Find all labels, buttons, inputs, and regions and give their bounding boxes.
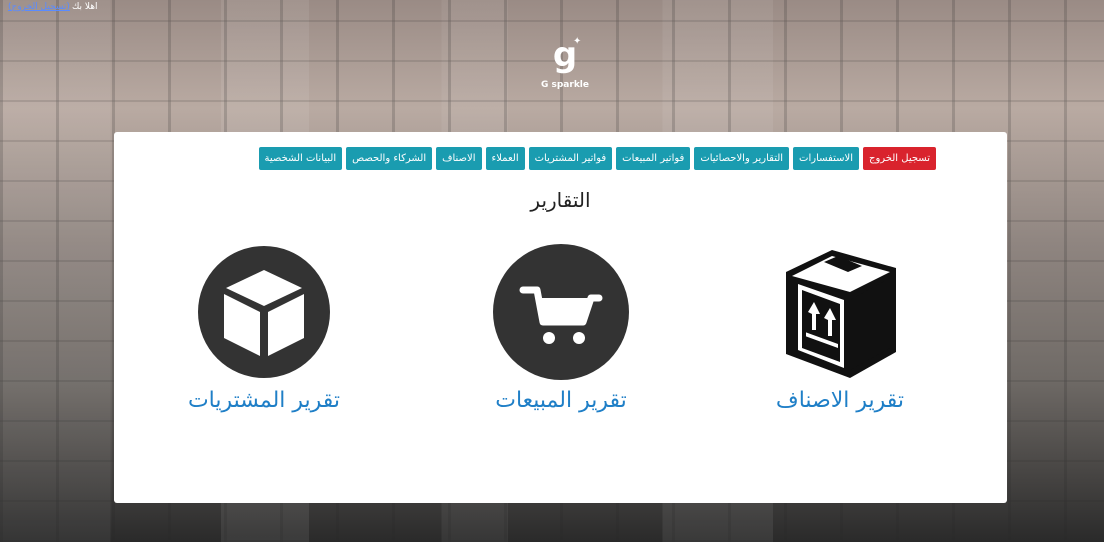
card-sales-report[interactable]: تقرير المبيعات <box>431 244 691 413</box>
logout-button[interactable]: تسجيل الخروج <box>862 147 936 170</box>
card-label: تقرير الاصناف <box>775 388 905 413</box>
nav-item-partners[interactable]: الشركاء والحصص <box>346 147 433 170</box>
greeting-text: اهلا بك <box>71 2 98 12</box>
nav-item-inquiries[interactable]: الاستفسارات <box>793 147 859 170</box>
nav-item-reports[interactable]: التقارير والاحصائيات <box>694 147 790 170</box>
card-label: تقرير المبيعات <box>495 388 627 413</box>
nav-item-personal-data[interactable]: البيانات الشخصية <box>258 147 343 170</box>
reports-panel: البيانات الشخصية الشركاء والحصص الاصناف … <box>114 132 1007 503</box>
nav-item-sales-invoices[interactable]: فواتير المبيعات <box>616 147 691 170</box>
header-logout-link[interactable]: (تسجيل الخروج) <box>8 2 70 12</box>
star-icon: ✦ <box>573 36 582 47</box>
card-categories-report[interactable]: تقرير الاصناف <box>710 244 970 413</box>
cube-icon <box>198 246 330 378</box>
page-title: التقارير <box>530 188 591 212</box>
card-label: تقرير المشتريات <box>187 388 341 413</box>
nav-item-categories[interactable]: الاصناف <box>436 147 482 170</box>
nav-item-purchase-invoices[interactable]: فواتير المشتريات <box>528 147 613 170</box>
logo-text: G sparkle <box>540 80 589 90</box>
greeting-bar: اهلا بك (تسجيل الخروج) <box>8 2 98 12</box>
nav-item-customers[interactable]: العملاء <box>485 147 525 170</box>
main-nav: البيانات الشخصية الشركاء والحصص الاصناف … <box>258 147 936 170</box>
box-arrows-icon <box>786 250 896 378</box>
logo: ✦ g G sparkle <box>535 36 595 100</box>
cart-icon <box>493 244 629 380</box>
card-purchases-report[interactable]: تقرير المشتريات <box>134 244 394 413</box>
